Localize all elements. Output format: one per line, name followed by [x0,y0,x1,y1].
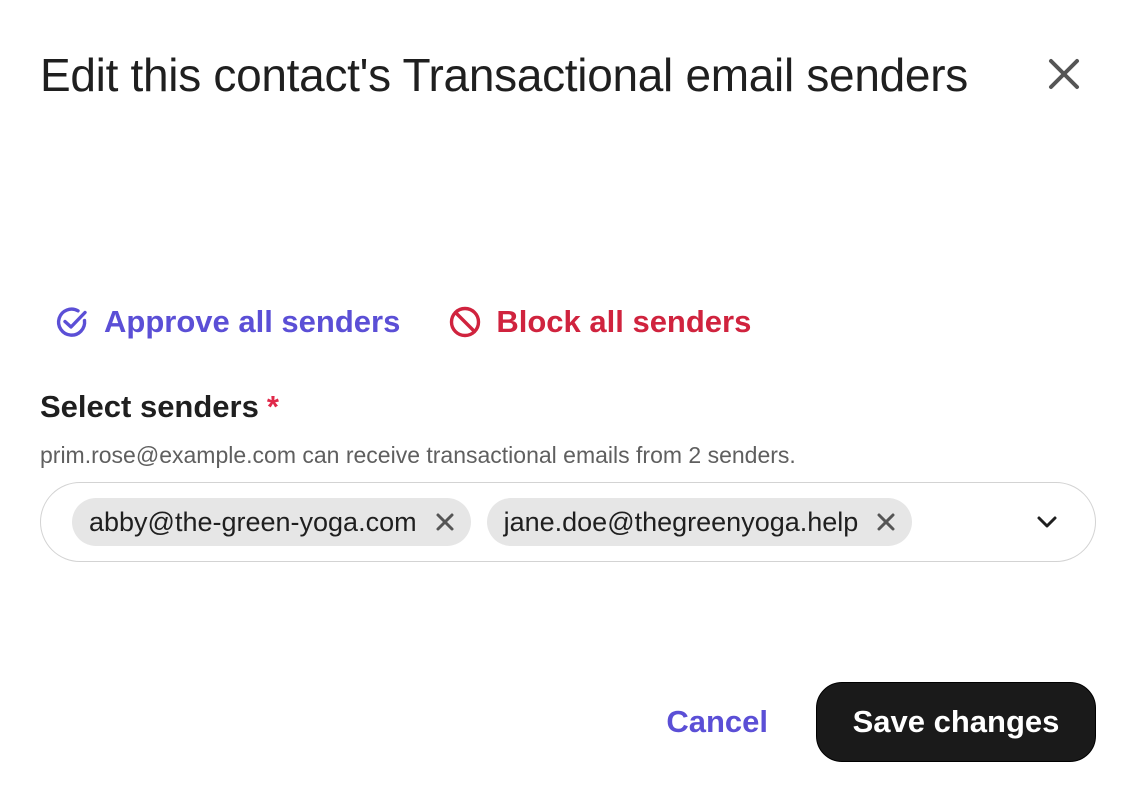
remove-sender-button[interactable] [435,512,455,532]
cancel-button[interactable]: Cancel [666,704,768,740]
remove-sender-button[interactable] [876,512,896,532]
dialog-footer: Cancel Save changes [666,682,1096,762]
close-icon [436,513,454,531]
sender-chip-label: jane.doe@thegreenyoga.help [503,506,859,537]
chevron-down-icon [1037,516,1057,528]
close-icon [877,513,895,531]
close-icon [1049,59,1079,89]
block-all-senders-button[interactable]: Block all senders [448,304,751,340]
close-button[interactable] [1040,50,1088,98]
block-icon [450,306,481,338]
edit-senders-dialog: Edit this contact's Transactional email … [0,0,1146,810]
dropdown-toggle[interactable] [1035,510,1059,534]
sender-chip: abby@the-green-yoga.com [72,498,471,546]
sender-chip-label: abby@the-green-yoga.com [89,506,417,537]
approve-all-label: Approve all senders [104,304,401,339]
field-help-text: prim.rose@example.com can receive transa… [40,442,796,468]
dialog-title: Edit this contact's Transactional email … [40,49,968,101]
save-changes-button[interactable]: Save changes [816,682,1096,762]
field-label-text: Select senders [40,389,259,424]
sender-chip: jane.doe@thegreenyoga.help [486,498,913,546]
required-marker: * [266,389,279,424]
select-senders-label: Select senders * [40,389,279,425]
check-circle-icon [56,307,87,337]
approve-all-senders-button[interactable]: Approve all senders [54,304,400,340]
bulk-actions: Approve all senders Block all senders [54,300,751,344]
block-all-label: Block all senders [496,304,752,339]
senders-multiselect[interactable]: abby@the-green-yoga.com jane.doe@thegree… [40,482,1096,562]
